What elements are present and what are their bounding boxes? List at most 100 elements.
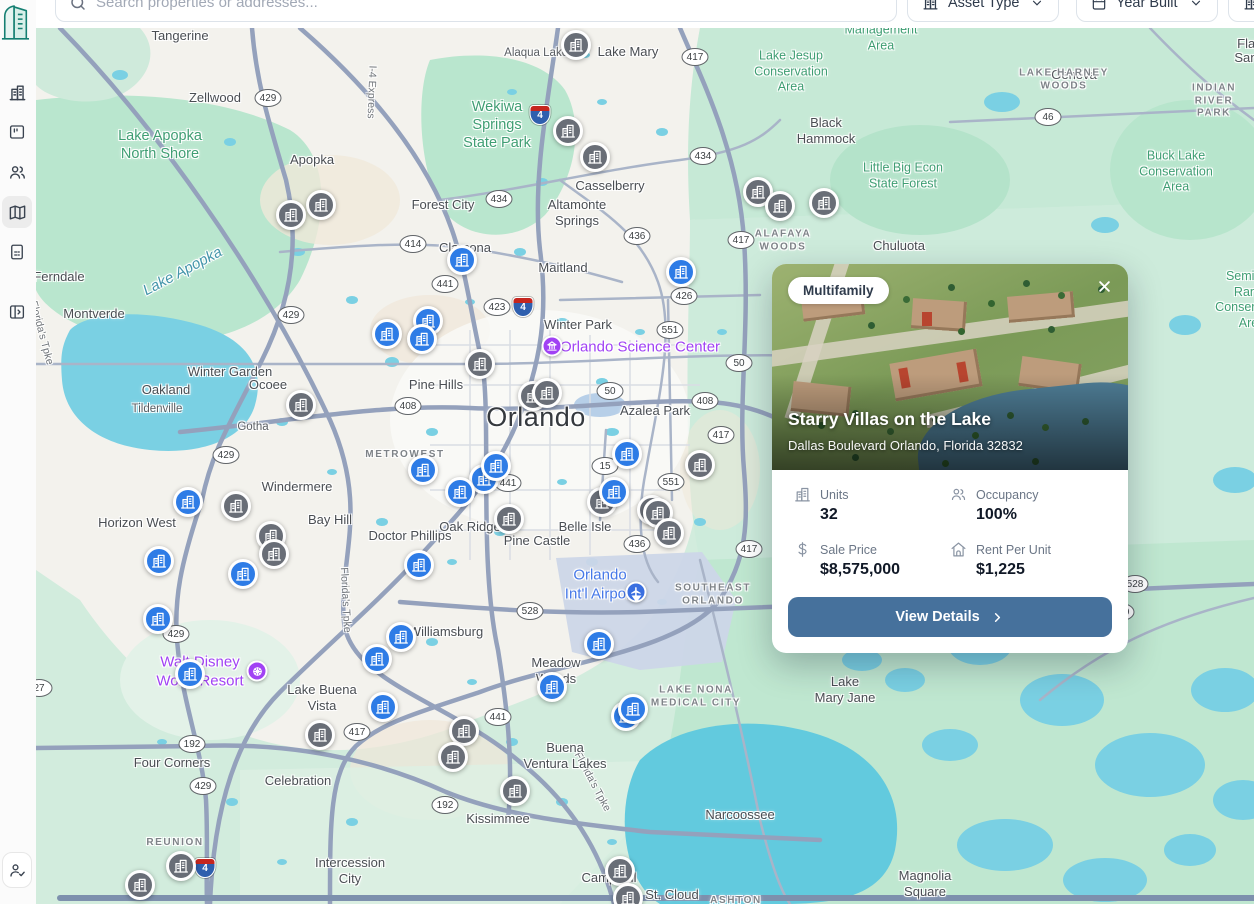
property-title: Starry Villas on the Lake — [788, 409, 991, 430]
sidebar-item-board[interactable] — [2, 116, 32, 148]
property-marker[interactable] — [404, 550, 434, 580]
property-marker[interactable] — [362, 644, 392, 674]
property-marker[interactable] — [125, 870, 155, 900]
building-icon — [8, 83, 27, 102]
stat-value: 32 — [794, 506, 950, 524]
search-icon — [69, 0, 87, 12]
stat-label: Occupancy — [976, 488, 1039, 502]
property-marker[interactable] — [654, 518, 684, 548]
building-icon — [922, 0, 939, 11]
chevron-down-icon — [1030, 0, 1044, 10]
property-marker[interactable] — [286, 390, 316, 420]
property-marker[interactable] — [465, 349, 495, 379]
property-marker[interactable] — [612, 439, 642, 469]
user-check-icon — [8, 861, 26, 879]
property-stats: Units 32 Occupancy 100%Sale Price$8,575,000… — [772, 470, 1128, 581]
property-address: Dallas Boulevard Orlando, Florida 32832 — [788, 438, 1023, 453]
sidebar-item-contacts[interactable] — [2, 156, 32, 188]
sidebar-collapse-button[interactable] — [2, 296, 32, 328]
property-marker[interactable] — [666, 257, 696, 287]
stat-value: $8,575,000 — [794, 561, 950, 579]
property-marker[interactable] — [221, 491, 251, 521]
property-marker[interactable] — [537, 672, 567, 702]
property-marker[interactable] — [553, 116, 583, 146]
property-marker[interactable] — [561, 30, 591, 60]
property-marker[interactable] — [438, 742, 468, 772]
building-icon — [1243, 0, 1254, 11]
property-marker[interactable] — [306, 190, 336, 220]
stat-units: Units 32 — [794, 486, 950, 524]
calendar-icon — [1091, 0, 1107, 11]
property-marker[interactable] — [765, 191, 795, 221]
view-details-label: View Details — [895, 609, 979, 625]
dollar-icon — [794, 541, 811, 558]
stat-occupancy: Occupancy 100% — [950, 486, 1106, 524]
property-marker[interactable] — [445, 477, 475, 507]
property-marker[interactable] — [685, 450, 715, 480]
property-marker[interactable] — [605, 856, 635, 886]
panel-open-icon — [8, 303, 26, 321]
stat-value: $1,225 — [950, 561, 1106, 579]
property-marker[interactable] — [166, 851, 196, 881]
year-built-label: Year Built — [1116, 0, 1178, 11]
search-input[interactable] — [96, 0, 883, 11]
app-logo[interactable] — [1, 1, 29, 41]
chevron-right-icon — [990, 610, 1005, 625]
users-icon — [8, 163, 27, 182]
stat-rent-per-unit: Rent Per Unit $1,225 — [950, 541, 1106, 579]
property-marker[interactable] — [259, 539, 289, 569]
stat-sale-price: Sale Price$8,575,000 — [794, 541, 950, 579]
property-marker[interactable] — [481, 451, 511, 481]
property-marker[interactable] — [175, 659, 205, 689]
stat-label: Units — [820, 488, 848, 502]
property-marker[interactable] — [144, 546, 174, 576]
property-marker[interactable] — [584, 629, 614, 659]
property-marker[interactable] — [228, 559, 258, 589]
stat-value: 100% — [950, 506, 1106, 524]
map-icon — [8, 203, 27, 222]
search-box[interactable] — [55, 0, 897, 22]
property-marker[interactable] — [447, 245, 477, 275]
property-marker[interactable] — [173, 487, 203, 517]
board-icon — [8, 123, 26, 141]
property-marker[interactable] — [372, 319, 402, 349]
asset-class-badge: Multifamily — [788, 277, 889, 304]
property-marker[interactable] — [599, 477, 629, 507]
property-marker[interactable] — [408, 455, 438, 485]
top-bar: Asset Type Year Built — [0, 0, 1254, 28]
property-marker[interactable] — [580, 142, 610, 172]
file-icon — [8, 243, 26, 261]
sidebar-item-properties[interactable] — [2, 76, 32, 108]
home-icon — [950, 541, 967, 558]
property-marker[interactable] — [500, 776, 530, 806]
building-icon — [794, 486, 811, 503]
stat-label: Rent Per Unit — [976, 543, 1051, 557]
users-icon — [950, 486, 967, 503]
attraction-poi-icon[interactable] — [247, 661, 268, 682]
property-marker[interactable] — [305, 720, 335, 750]
asset-type-label: Asset Type — [948, 0, 1019, 11]
airport-poi-icon[interactable] — [626, 582, 647, 603]
property-marker[interactable] — [618, 694, 648, 724]
property-marker[interactable] — [143, 604, 173, 634]
property-marker[interactable] — [386, 622, 416, 652]
year-built-filter[interactable]: Year Built — [1076, 0, 1218, 22]
close-icon[interactable] — [1092, 274, 1116, 298]
property-photo: Multifamily Starry Villas on the Lake Da… — [772, 264, 1128, 470]
property-marker[interactable] — [407, 324, 437, 354]
property-marker[interactable] — [532, 378, 562, 408]
property-marker[interactable] — [809, 188, 839, 218]
museum-poi-icon[interactable] — [542, 336, 563, 357]
more-filter[interactable] — [1228, 0, 1254, 22]
property-marker[interactable] — [276, 200, 306, 230]
chevron-down-icon — [1189, 0, 1203, 10]
view-details-button[interactable]: View Details — [788, 597, 1112, 637]
property-marker[interactable] — [368, 692, 398, 722]
property-popup: Multifamily Starry Villas on the Lake Da… — [772, 264, 1128, 653]
asset-type-filter[interactable]: Asset Type — [907, 0, 1059, 22]
sidebar-item-documents[interactable] — [2, 236, 32, 268]
sidebar — [0, 0, 36, 904]
sidebar-item-map[interactable] — [2, 196, 32, 228]
property-marker[interactable] — [494, 504, 524, 534]
sidebar-item-account[interactable] — [2, 852, 32, 888]
